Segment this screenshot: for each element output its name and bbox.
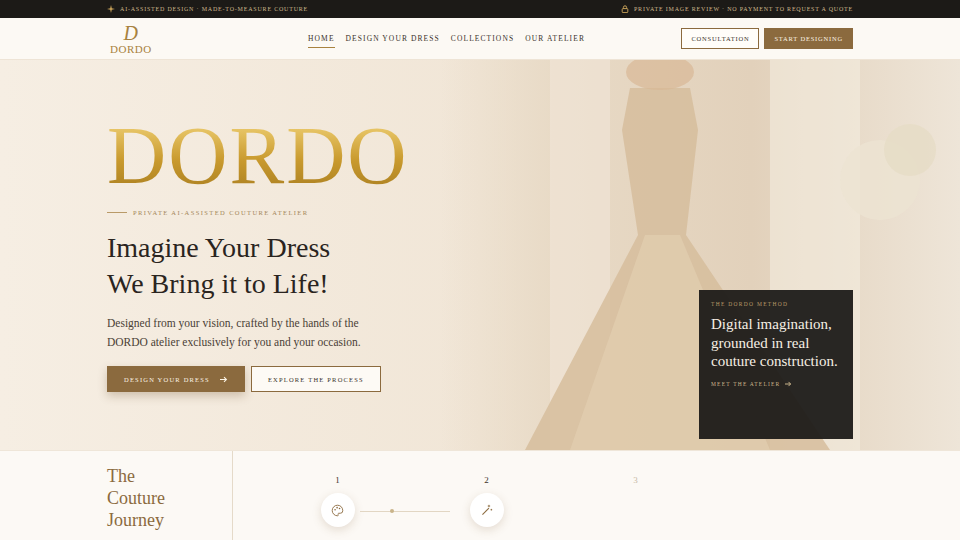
- hero-text: Designed from your vision, crafted by th…: [107, 314, 402, 352]
- announcement-bar: AI-ASSISTED DESIGN · MADE-TO-MEASURE COU…: [0, 0, 960, 18]
- nav-link[interactable]: HOME: [308, 30, 334, 48]
- step-number: 3: [633, 475, 638, 485]
- sparkle-icon: [107, 5, 115, 13]
- connector-dot: [390, 509, 394, 513]
- journey-title: The Couture Journey: [107, 465, 197, 531]
- logo-name: DORDO: [110, 44, 152, 55]
- step-circle[interactable]: [321, 493, 355, 527]
- start-designing-button[interactable]: START DESIGNING: [764, 28, 853, 49]
- announcement-left: AI-ASSISTED DESIGN · MADE-TO-MEASURE COU…: [107, 5, 308, 13]
- logo-monogram: D: [124, 23, 138, 43]
- journey-steps: 1 2 3: [233, 451, 710, 540]
- hero-title: Imagine Your DressWe Bring it to Life!: [107, 230, 527, 302]
- magic-wand-icon: [480, 504, 493, 517]
- hero-wordmark: DORDO: [107, 115, 409, 197]
- hero: DORDO PRIVATE AI-ASSISTED COUTURE ATELIER…: [0, 60, 960, 450]
- journey-step: 3: [561, 451, 710, 540]
- couture-journey: The Couture Journey 1 2 3: [0, 450, 960, 540]
- arrow-icon: [220, 376, 228, 383]
- main-nav: HOME DESIGN YOUR DRESS COLLECTIONS OUR ATEL…: [308, 30, 585, 48]
- nav-link[interactable]: COLLECTIONS: [451, 30, 514, 48]
- step-connector: [360, 511, 450, 512]
- page: AI-ASSISTED DESIGN · MADE-TO-MEASURE COU…: [0, 0, 960, 540]
- consultation-button[interactable]: CONSULTATION: [681, 28, 759, 49]
- method-title: Digital imagination, grounded in real co…: [711, 315, 841, 371]
- eyebrow-line: [107, 212, 127, 213]
- header-actions: CONSULTATIONSTART DESIGNING: [681, 28, 853, 49]
- site-header: DDORDO HOME DESIGN YOUR DRESS COLLECTIONS OU…: [0, 18, 960, 60]
- logo[interactable]: DDORDO: [110, 23, 152, 55]
- hero-title-line: We Bring it to Life!: [107, 266, 527, 302]
- announcement-right: PRIVATE IMAGE REVIEW · NO PAYMENT TO REQ…: [621, 5, 853, 13]
- hero-eyebrow: PRIVATE AI-ASSISTED COUTURE ATELIER: [107, 209, 527, 216]
- lock-icon: [621, 5, 629, 13]
- method-eyebrow: THE DORDO METHOD: [711, 301, 841, 307]
- method-card: THE DORDO METHOD Digital imagination, gro…: [699, 290, 853, 439]
- hero-content: DORDO PRIVATE AI-ASSISTED COUTURE ATELIER…: [0, 60, 527, 392]
- step-number: 1: [335, 475, 340, 485]
- nav-link[interactable]: OUR ATELIER: [525, 30, 585, 48]
- step-circle[interactable]: [470, 493, 504, 527]
- journey-step: 1: [263, 451, 412, 540]
- hero-title-line: Imagine Your Dress: [107, 230, 527, 266]
- palette-icon: [331, 504, 344, 517]
- journey-step: 2: [412, 451, 561, 540]
- hero-actions: DESIGN YOUR DRESSEXPLORE THE PROCESS: [107, 366, 527, 392]
- nav-link[interactable]: DESIGN YOUR DRESS: [346, 30, 440, 48]
- step-number: 2: [484, 475, 489, 485]
- arrow-icon: [785, 381, 792, 387]
- design-your-dress-button[interactable]: DESIGN YOUR DRESS: [107, 366, 245, 392]
- meet-atelier-link[interactable]: MEET THE ATELIER: [711, 381, 841, 387]
- explore-process-button[interactable]: EXPLORE THE PROCESS: [251, 366, 381, 392]
- journey-title-column: The Couture Journey: [107, 451, 233, 540]
